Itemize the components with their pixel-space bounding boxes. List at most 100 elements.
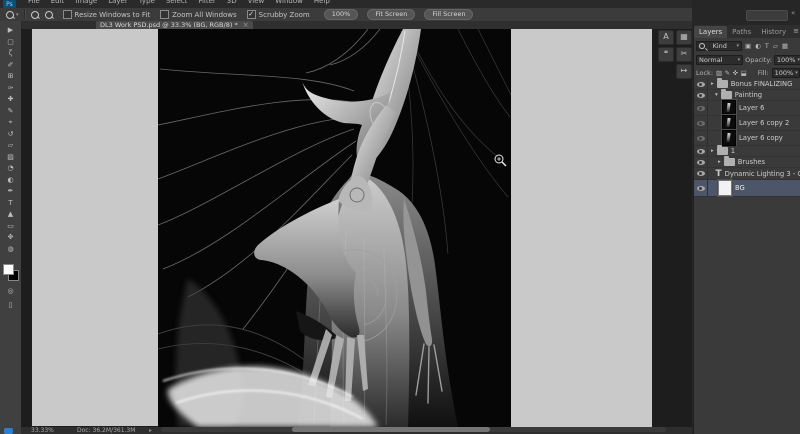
blend-mode-select[interactable]: Normal ▾: [696, 55, 743, 65]
workspace-switcher[interactable]: [746, 10, 788, 21]
group-caret-icon[interactable]: ▸: [711, 148, 714, 154]
layer-row-group-1[interactable]: ▸ 1: [694, 146, 800, 157]
filter-kind-dropdown[interactable]: Kind ▾: [696, 41, 742, 51]
document-tab[interactable]: DL3 Work PSD.psd @ 33.3% (BG, RGB/8) * ×: [96, 21, 253, 29]
fit-screen-button[interactable]: Fit Screen: [367, 9, 415, 20]
zoom-in-mode-icon[interactable]: [31, 11, 39, 19]
visibility-toggle[interactable]: [694, 157, 708, 167]
filter-adjustment-layers-icon[interactable]: ◐: [755, 42, 761, 50]
blur-tool[interactable]: ◔: [0, 163, 21, 175]
pen-tool[interactable]: ✒: [0, 186, 21, 198]
menu-window[interactable]: Window: [275, 0, 303, 5]
brush-tool[interactable]: ✎: [0, 106, 21, 118]
lasso-tool[interactable]: ζ: [0, 48, 21, 60]
filter-smart-objects-icon[interactable]: ▦: [782, 42, 788, 50]
eraser-tool[interactable]: ▱: [0, 140, 21, 152]
visibility-toggle[interactable]: [694, 131, 708, 145]
visibility-toggle[interactable]: [694, 168, 708, 179]
tool-preset-caret-icon[interactable]: ▾: [16, 12, 19, 18]
type-tool[interactable]: T: [0, 198, 21, 210]
layer-row-group-brushes[interactable]: ▸ Brushes: [694, 157, 800, 168]
layer-row-bg-selected[interactable]: BG: [694, 180, 800, 197]
histogram-panel-button[interactable]: ▦: [676, 30, 692, 45]
history-brush-tool[interactable]: ↺: [0, 129, 21, 141]
tab-layers[interactable]: Layers: [694, 26, 727, 38]
panel-menu-icon[interactable]: ≡: [793, 27, 799, 35]
move-tool[interactable]: ▶: [0, 25, 21, 37]
scrubby-zoom-checkbox[interactable]: ✓ Scrubby Zoom: [247, 10, 310, 19]
document-left-margin[interactable]: [32, 29, 158, 426]
export-panel-button[interactable]: ↦: [676, 64, 692, 79]
fill-screen-button[interactable]: Fill Screen: [424, 9, 473, 20]
group-caret-icon[interactable]: ▾: [715, 92, 718, 98]
dodge-tool[interactable]: ◐: [0, 175, 21, 187]
checkbox-icon[interactable]: [160, 10, 169, 19]
gradient-tool[interactable]: ▨: [0, 152, 21, 164]
layer-thumbnail[interactable]: [722, 115, 736, 131]
menu-help[interactable]: Help: [314, 0, 330, 5]
canvas-area[interactable]: [21, 29, 692, 427]
collapse-panels-icon[interactable]: «: [791, 9, 795, 17]
zoom-tool-preset-icon[interactable]: [6, 11, 14, 19]
group-caret-icon[interactable]: ▸: [711, 81, 714, 87]
horizontal-scrollbar-thumb[interactable]: [292, 427, 490, 432]
visibility-toggle[interactable]: [694, 101, 708, 115]
visibility-toggle[interactable]: [694, 90, 708, 100]
group-caret-icon[interactable]: ▸: [718, 159, 721, 165]
menu-type[interactable]: Type: [139, 0, 155, 5]
slice-panel-button[interactable]: ✂: [676, 47, 692, 62]
status-options-arrow-icon[interactable]: ▸: [149, 427, 152, 434]
close-tab-icon[interactable]: ×: [243, 21, 249, 29]
zoom-tool[interactable]: ◍: [0, 244, 21, 256]
visibility-toggle[interactable]: [694, 79, 708, 89]
visibility-toggle[interactable]: [694, 116, 708, 130]
tab-paths[interactable]: Paths: [727, 26, 756, 38]
marquee-tool[interactable]: ▢: [0, 37, 21, 49]
layer-thumbnail[interactable]: [718, 180, 732, 196]
menu-file[interactable]: File: [28, 0, 40, 5]
zoom-100-button[interactable]: 100%: [324, 9, 359, 20]
zoom-percentage[interactable]: 33.33%: [31, 427, 54, 434]
quick-selection-tool[interactable]: ✐: [0, 60, 21, 72]
horizontal-scrollbar-track[interactable]: [161, 427, 666, 432]
visibility-toggle[interactable]: [694, 180, 708, 196]
document-canvas-artwork-area[interactable]: [158, 29, 511, 427]
path-selection-tool[interactable]: ▲: [0, 209, 21, 221]
character-panel-button[interactable]: A: [658, 30, 674, 45]
foreground-color-swatch[interactable]: [3, 264, 14, 275]
menu-3d[interactable]: 3D: [227, 0, 237, 5]
menu-edit[interactable]: Edit: [51, 0, 65, 5]
layer-row-layer6[interactable]: Layer 6: [694, 101, 800, 116]
menu-filter[interactable]: Filter: [198, 0, 215, 5]
menu-image[interactable]: Image: [75, 0, 97, 5]
visibility-toggle[interactable]: [694, 146, 708, 156]
filter-shape-layers-icon[interactable]: ▱: [773, 42, 778, 50]
layer-thumbnail[interactable]: [722, 130, 736, 146]
menu-view[interactable]: View: [248, 0, 265, 5]
checkbox-checked-icon[interactable]: ✓: [247, 10, 256, 19]
lock-pixels-icon[interactable]: ✎: [725, 69, 730, 77]
screen-mode-button[interactable]: ▯: [0, 301, 21, 309]
layer-row-layer6-copy2[interactable]: Layer 6 copy 2: [694, 116, 800, 131]
zoom-out-mode-icon[interactable]: [45, 11, 53, 19]
layer-row-layer6-copy[interactable]: Layer 6 copy: [694, 131, 800, 146]
filter-type-layers-icon[interactable]: T: [765, 42, 769, 50]
layer-row-group-bonus-finalizing[interactable]: ▸ Bonus FINALIZING: [694, 79, 800, 90]
document-right-margin[interactable]: [511, 29, 652, 427]
eyedropper-tool[interactable]: ✑: [0, 83, 21, 95]
layer-thumbnail[interactable]: [722, 100, 736, 116]
resize-windows-checkbox[interactable]: Resize Windows to Fit: [63, 10, 151, 19]
layer-row-group-painting[interactable]: ▾ Painting: [694, 90, 800, 101]
notes-panel-button[interactable]: ❝: [658, 47, 674, 62]
tab-history[interactable]: History: [756, 26, 791, 38]
checkbox-icon[interactable]: [63, 10, 72, 19]
fill-field[interactable]: 100% ▾: [772, 68, 800, 78]
crop-tool[interactable]: ⊞: [0, 71, 21, 83]
quick-mask-button[interactable]: ◎: [0, 287, 21, 295]
lock-all-icon[interactable]: ⬓: [741, 69, 747, 77]
shape-tool[interactable]: ▭: [0, 221, 21, 233]
lock-transparency-icon[interactable]: ▨: [716, 69, 722, 77]
opacity-field[interactable]: 100% ▾: [774, 55, 800, 65]
menu-select[interactable]: Select: [166, 0, 188, 5]
menu-layer[interactable]: Layer: [108, 0, 128, 5]
